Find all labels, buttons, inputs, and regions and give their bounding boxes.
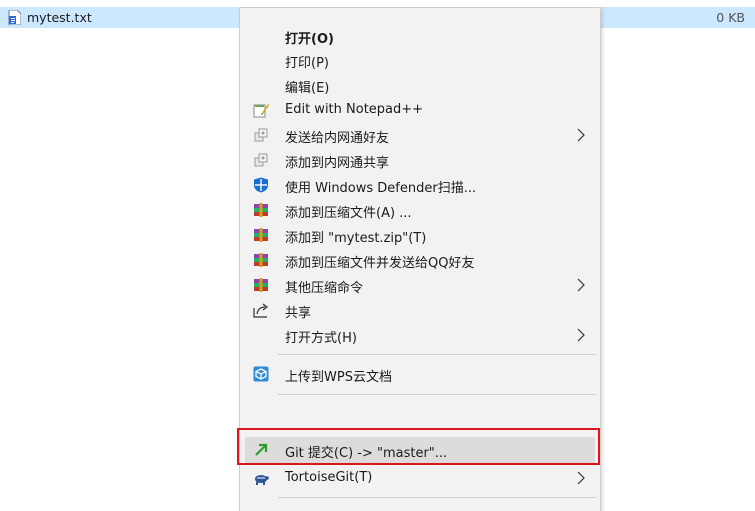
menu-item-label: TortoiseGit(T) <box>285 470 373 485</box>
tortoisegit-icon <box>255 475 269 485</box>
menu-item-edit-notepadpp[interactable]: Edit with Notepad++ <box>245 97 595 123</box>
winrar-icon <box>254 228 268 242</box>
menu-item-label: 编辑(E) <box>285 81 330 96</box>
chevron-right-icon <box>577 278 585 292</box>
wps-cloud-icon <box>253 366 269 382</box>
menu-item-label: 其他压缩命令 <box>285 281 364 296</box>
menu-item-label: 打开(O) <box>285 32 334 47</box>
menu-item-label: 打开方式(H) <box>285 331 357 346</box>
menu-item-archive-send-qq[interactable]: 添加到压缩文件并发送给QQ好友 <box>245 247 595 273</box>
menu-item-add-to-zip[interactable]: 添加到 "mytest.zip"(T) <box>245 222 595 248</box>
intranet-share-icon <box>254 128 268 142</box>
menu-item-edit[interactable]: 编辑(E) <box>245 72 595 98</box>
menu-item-open-with[interactable]: 打开方式(H) <box>245 322 595 348</box>
menu-item-label: 添加到内网通共享 <box>285 156 390 171</box>
winrar-icon <box>254 203 268 217</box>
menu-item-send-intranet-friend[interactable]: 发送给内网通好友 <box>245 122 595 148</box>
menu-item-print[interactable]: 打印(P) <box>245 47 595 73</box>
menu-item-defender-scan[interactable]: 使用 Windows Defender扫描... <box>245 172 595 198</box>
file-size: 0 KB <box>716 10 745 25</box>
menu-item-label: 发送给内网通好友 <box>285 131 390 146</box>
annotation-highlight-box <box>237 428 600 465</box>
file-name: mytest.txt <box>27 10 92 25</box>
menu-item-tortoisegit[interactable]: TortoiseGit(T) <box>245 465 595 491</box>
menu-item-add-intranet-share[interactable]: 添加到内网通共享 <box>245 147 595 173</box>
notepad-plus-plus-icon <box>253 104 269 118</box>
menu-item-add-archive[interactable]: 添加到压缩文件(A) ... <box>245 197 595 223</box>
menu-item-label: 添加到压缩文件并发送给QQ好友 <box>285 256 475 271</box>
menu-item-share[interactable]: 共享 <box>245 297 595 323</box>
intranet-share-icon <box>254 153 268 167</box>
text-file-icon <box>8 10 21 25</box>
chevron-right-icon <box>577 471 585 485</box>
menu-item-label: 上传到WPS云文档 <box>285 370 392 385</box>
menu-item-label: Edit with Notepad++ <box>285 102 424 117</box>
chevron-right-icon <box>577 328 585 342</box>
menu-item-other-compress[interactable]: 其他压缩命令 <box>245 272 595 298</box>
winrar-icon <box>254 253 268 267</box>
menu-item-label: 添加到压缩文件(A) ... <box>285 206 412 221</box>
menu-item-open[interactable]: 打开(O) <box>245 23 595 49</box>
chevron-right-icon <box>577 128 585 142</box>
menu-item-upload-wps[interactable]: 上传到WPS云文档 <box>245 361 595 387</box>
share-icon <box>253 303 268 318</box>
menu-separator <box>278 497 596 498</box>
menu-item-label: 打印(P) <box>285 56 329 71</box>
menu-separator <box>278 394 596 395</box>
windows-defender-icon <box>254 177 268 193</box>
menu-separator <box>278 354 596 355</box>
winrar-icon <box>254 278 268 292</box>
menu-item-label: 使用 Windows Defender扫描... <box>285 181 477 196</box>
explorer-window: mytest.txt 0 KB 打开(O) 打印(P) 编辑(E) Edit w… <box>0 0 755 511</box>
menu-item-label: 共享 <box>285 306 312 321</box>
menu-item-label: 添加到 "mytest.zip"(T) <box>285 231 427 246</box>
